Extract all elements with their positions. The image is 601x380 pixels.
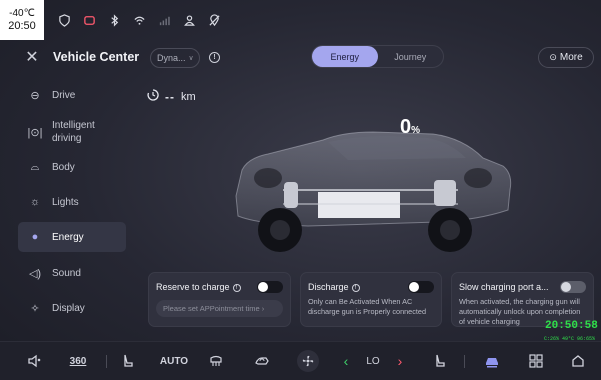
sidebar-item-label: Intelligent driving [52,120,95,144]
sidebar-item-lights[interactable]: ☼ Lights [18,187,126,217]
appointment-time-field[interactable]: Please set APPointment time › [156,300,283,317]
chevron-down-icon: ∨ [188,55,194,62]
drive-mode-select[interactable]: Dyna... ∨ [150,48,200,68]
discharge-card: Discharge! Only can Be Activated When AC… [300,272,442,327]
reserve-charge-toggle[interactable] [257,281,283,293]
overlay-clock: 20:50:58 [545,320,598,332]
volume-icon[interactable] [24,352,44,370]
sidebar-item-body[interactable]: ⌓ Body [18,152,126,182]
more-label: More [559,52,583,63]
battery-icon [77,10,102,30]
status-bar: -40℃ 20:50 [0,0,601,40]
temperature-increase-button[interactable]: › [394,352,406,370]
car-body-icon: ⌓ [30,160,40,173]
energy-icon: ● [31,231,39,243]
state-of-charge: 0% [400,116,420,139]
battery-pack [318,192,400,218]
info-icon[interactable]: ! [351,283,360,292]
person-icon [177,10,202,30]
tab-journey[interactable]: Journey [378,46,444,67]
sidebar-item-label: Display [52,302,85,314]
sidebar-item-drive[interactable]: ⊖ Drive [18,80,126,110]
info-icon[interactable]: ! [232,283,241,292]
energy-journey-tabs: Energy Journey [311,45,444,68]
air-recirculation-icon[interactable] [250,352,274,370]
sidebar-item-sound[interactable]: ◁) Sound [18,258,126,288]
range-unit: km [181,90,196,103]
apps-grid-icon[interactable] [526,352,546,370]
soc-value: 0 [400,116,412,138]
sidebar-item-display[interactable]: ✧ Display [18,293,126,323]
soc-unit: % [411,125,421,136]
camera-360-button[interactable]: 360 [64,352,92,370]
appointment-time-placeholder: Please set APPointment time [163,304,260,313]
drive-mode-value: Dyna... [157,53,186,63]
chevron-right-icon: › [261,304,265,313]
range-readout: -- km [147,89,196,104]
slow-charging-port-title: Slow charging port a... [459,282,549,292]
sidebar-item-intelligent-driving[interactable]: |⊙| Intelligent driving [18,116,126,148]
wifi-icon [127,10,152,30]
climate-auto-button[interactable]: AUTO [160,352,188,370]
vehicle-center-screen: -40℃ 20:50 ✕ Vehicle Center Dyna... ∨ ! … [0,0,601,380]
close-button[interactable]: ✕ [18,46,46,68]
outside-temperature: -40℃ [9,8,35,19]
signal-icon [152,10,177,30]
speaker-icon: ◁) [28,267,42,280]
sidebar-item-energy[interactable]: ● Energy [18,222,126,252]
temperature-decrease-button[interactable]: ‹ [340,352,352,370]
home-icon[interactable] [568,352,588,370]
bottom-dock: 360 AUTO ‹ LO › [0,341,601,380]
slow-charging-port-toggle[interactable] [560,281,586,293]
range-icon [147,89,159,104]
fan-icon[interactable] [297,350,319,372]
steering-wheel-icon: ⊖ [30,89,40,102]
light-bulb-icon: ☼ [29,196,41,208]
sidebar-item-label: Drive [52,89,76,101]
passenger-seat-icon[interactable] [430,352,450,370]
reserve-charge-card: Reserve to charge! Please set APPointmen… [148,272,291,327]
discharge-title: Discharge [308,282,349,292]
status-clock: -40℃ 20:50 [0,0,44,40]
bluetooth-icon [102,10,127,30]
sidebar-item-label: Lights [52,196,79,208]
reserve-charge-title: Reserve to charge [156,282,230,292]
rear-motor [434,180,456,206]
location-off-icon [202,10,227,30]
discharge-description: Only can Be Activated When AC discharge … [308,297,427,316]
shield-icon [52,10,77,30]
discharge-toggle[interactable] [408,281,434,293]
car-illustration [235,131,512,252]
sidebar-item-label: Energy [52,231,84,243]
seat-icon[interactable] [118,352,138,370]
info-icon[interactable]: ! [209,52,220,63]
page-title: Vehicle Center [53,50,140,64]
slow-charging-port-card: Slow charging port a... When activated, … [451,272,594,327]
sidebar-item-label: Sound [52,267,81,279]
more-button[interactable]: ⊙ More [538,47,594,68]
status-time: 20:50 [8,20,36,32]
rear-defrost-icon[interactable] [205,352,227,370]
front-motor [284,182,298,208]
temperature-value: LO [366,355,380,367]
brightness-icon: ✧ [30,302,40,315]
range-value: -- [165,89,175,104]
close-icon: ✕ [25,49,39,66]
more-icon: ⊙ [549,52,557,62]
vehicle-center-icon[interactable] [480,352,504,370]
tab-energy[interactable]: Energy [312,46,378,67]
sidebar-item-label: Body [52,161,75,173]
lane-assist-icon: |⊙| [27,126,43,139]
